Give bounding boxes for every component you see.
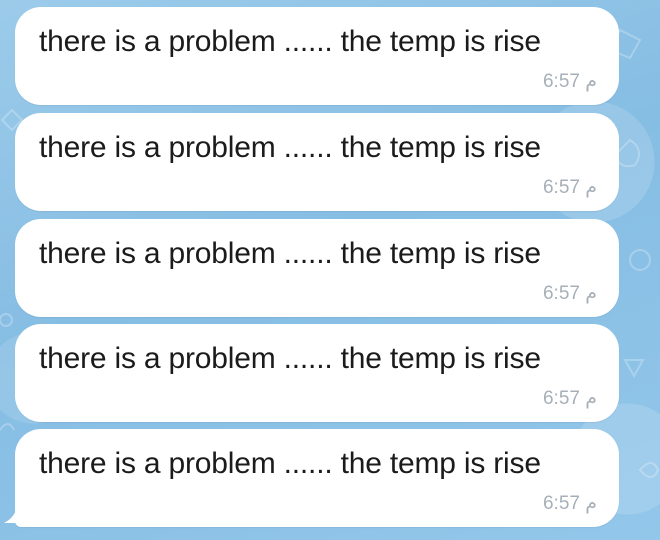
message-time: 6:57 م [542,388,597,409]
message-text: there is a problem ...... the temp is ri… [39,447,541,480]
bubble-tail-icon [4,503,26,523]
message-time: 6:57 م [542,177,597,198]
message-bubble[interactable]: there is a problem ...... the temp is ri… [15,7,619,105]
message-list: there is a problem ...... the temp is ri… [0,0,660,540]
message-bubble[interactable]: there is a problem ...... the temp is ri… [15,219,619,317]
message-bubble[interactable]: there is a problem ...... the temp is ri… [15,429,619,527]
message-time: 6:57 م [542,493,597,514]
message-bubble[interactable]: there is a problem ...... the temp is ri… [15,113,619,211]
message-text: there is a problem ...... the temp is ri… [39,342,541,375]
message-text: there is a problem ...... the temp is ri… [39,25,541,58]
message-text: there is a problem ...... the temp is ri… [39,237,541,270]
message-time: 6:57 م [542,71,597,92]
message-time: 6:57 م [542,283,597,304]
message-bubble[interactable]: there is a problem ...... the temp is ri… [15,324,619,422]
message-text: there is a problem ...... the temp is ri… [39,131,541,164]
